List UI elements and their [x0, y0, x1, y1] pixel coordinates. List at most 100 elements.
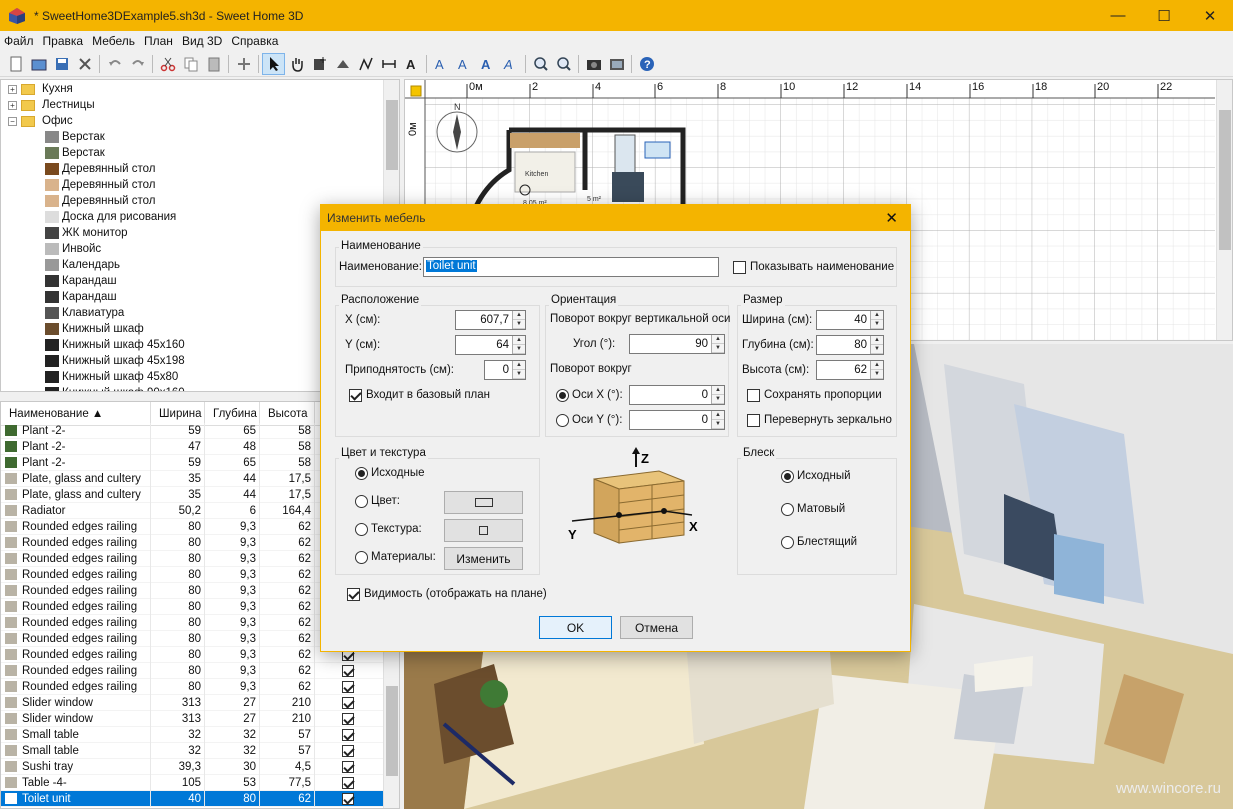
create-dimensions-icon[interactable] — [377, 53, 400, 75]
table-row[interactable]: Toilet unit 40 80 62 — [1, 790, 399, 807]
create-walls-icon[interactable] — [308, 53, 331, 75]
visible-checkbox[interactable] — [342, 760, 354, 773]
ok-button[interactable]: OK — [539, 616, 612, 639]
copy-icon[interactable] — [179, 53, 202, 75]
new-icon[interactable] — [4, 53, 27, 75]
visible-checkbox[interactable] — [342, 792, 354, 805]
cancel-button[interactable]: Отмена — [620, 616, 693, 639]
color-radio[interactable] — [355, 495, 368, 508]
add-furniture-icon[interactable] — [232, 53, 255, 75]
add-text-icon[interactable]: A — [400, 53, 423, 75]
angle-spinner[interactable]: 90 ▲ ▼ — [629, 334, 725, 354]
axis-x-radio[interactable] — [556, 389, 569, 402]
tree-folder-office[interactable]: − Офис — [1, 113, 399, 129]
table-row[interactable]: Small table 32 32 57 — [1, 726, 399, 743]
dialog-close-icon[interactable]: ✕ — [885, 209, 898, 227]
table-row[interactable]: Table -4- 105 53 77,5 — [1, 774, 399, 791]
texture-radio[interactable] — [355, 523, 368, 536]
zoom-in-icon[interactable] — [529, 53, 552, 75]
text-style-4-icon[interactable]: A — [499, 53, 522, 75]
elevation-spinner[interactable]: 0 ▲ ▼ — [484, 360, 526, 380]
depth-spinner[interactable]: 80 ▲ ▼ — [816, 335, 884, 355]
x-spinner[interactable]: 607,7 ▲ ▼ — [455, 310, 526, 330]
shininess-shiny-radio[interactable] — [781, 536, 794, 549]
minimize-button[interactable]: — — [1095, 0, 1141, 31]
original-colors-radio[interactable] — [355, 467, 368, 480]
create-rooms-icon[interactable] — [331, 53, 354, 75]
axis-y-spinner[interactable]: 0 ▲ ▼ — [629, 410, 725, 430]
visible-checkbox[interactable] — [342, 664, 354, 677]
visible-checkbox[interactable] — [342, 776, 354, 789]
pan-icon[interactable] — [285, 53, 308, 75]
zoom-out-icon[interactable] — [552, 53, 575, 75]
catalog-item[interactable]: Деревянный стол — [1, 161, 399, 177]
mirror-label: Перевернуть зеркально — [764, 414, 892, 426]
help-icon[interactable]: ? — [635, 53, 658, 75]
show-name-checkbox[interactable] — [733, 261, 746, 274]
table-row[interactable]: Slider window 313 27 210 — [1, 694, 399, 711]
table-row[interactable]: Rounded edges railing 80 9,3 62 — [1, 678, 399, 695]
menu-furniture[interactable]: Мебель — [92, 34, 135, 48]
orientation-preview[interactable]: Z Y X — [564, 447, 714, 555]
expand-icon[interactable]: + — [8, 84, 17, 94]
expand-icon[interactable]: + — [8, 100, 17, 110]
base-plan-checkbox[interactable] — [349, 389, 362, 402]
select-icon[interactable] — [262, 52, 285, 75]
y-spinner[interactable]: 64 ▲ ▼ — [455, 335, 526, 355]
catalog-item[interactable]: Деревянный стол — [1, 177, 399, 193]
menu-help[interactable]: Справка — [231, 34, 278, 48]
cut-prefs-icon[interactable] — [73, 53, 96, 75]
furniture-thumbnail-icon — [5, 665, 17, 676]
mirror-checkbox[interactable] — [747, 414, 760, 427]
axis-x-spinner[interactable]: 0 ▲ ▼ — [629, 385, 725, 405]
table-row[interactable]: Sushi tray 39,3 30 4,5 — [1, 758, 399, 775]
visible-checkbox[interactable] — [347, 588, 360, 601]
cell-name-text: Slider window — [22, 712, 93, 725]
shininess-matt-radio[interactable] — [781, 503, 794, 516]
menu-3d-view[interactable]: Вид 3D — [182, 34, 222, 48]
visible-checkbox[interactable] — [342, 744, 354, 757]
name-input[interactable]: Toilet unit — [423, 257, 719, 277]
text-style-2-icon[interactable]: A — [453, 53, 476, 75]
keep-proportions-checkbox[interactable] — [747, 389, 760, 402]
visible-checkbox[interactable] — [342, 712, 354, 725]
save-icon[interactable] — [50, 53, 73, 75]
table-row[interactable]: Small table 32 32 57 — [1, 742, 399, 759]
menu-plan[interactable]: План — [144, 34, 173, 48]
photo-icon[interactable] — [582, 53, 605, 75]
plan-scrollbar[interactable] — [1216, 80, 1232, 340]
paste-icon[interactable] — [202, 53, 225, 75]
open-icon[interactable] — [27, 53, 50, 75]
materials-radio[interactable] — [355, 551, 368, 564]
catalog-item[interactable]: Верстак — [1, 145, 399, 161]
tree-folder-kitchen[interactable]: + Кухня — [1, 81, 399, 97]
menu-file[interactable]: Файл — [4, 34, 34, 48]
redo-icon[interactable] — [126, 53, 149, 75]
texture-button[interactable] — [444, 519, 523, 542]
width-spinner[interactable]: 40 ▲ ▼ — [816, 310, 884, 330]
visible-checkbox[interactable] — [342, 728, 354, 741]
shininess-default-radio[interactable] — [781, 470, 794, 483]
axis-y-radio[interactable] — [556, 414, 569, 427]
table-row[interactable]: Rounded edges railing 80 9,3 62 — [1, 662, 399, 679]
height-spinner[interactable]: 62 ▲ ▼ — [816, 360, 884, 380]
visible-checkbox[interactable] — [342, 680, 354, 693]
undo-icon[interactable] — [103, 53, 126, 75]
close-button[interactable]: ✕ — [1187, 0, 1233, 31]
table-row[interactable]: Slider window 313 27 210 — [1, 710, 399, 727]
tree-folder-stairs[interactable]: + Лестницы — [1, 97, 399, 113]
create-polylines-icon[interactable] — [354, 53, 377, 75]
angle-label: Угол (°): — [573, 338, 616, 350]
modify-materials-button[interactable]: Изменить — [444, 547, 523, 570]
maximize-button[interactable]: ☐ — [1141, 0, 1187, 31]
collapse-icon[interactable]: − — [8, 116, 17, 126]
text-style-1-icon[interactable]: A — [430, 53, 453, 75]
catalog-item[interactable]: Верстак — [1, 129, 399, 145]
cut-icon[interactable] — [156, 53, 179, 75]
cell-height: 62 — [260, 534, 315, 551]
menu-edit[interactable]: Правка — [43, 34, 84, 48]
video-icon[interactable] — [605, 53, 628, 75]
visible-checkbox[interactable] — [342, 696, 354, 709]
color-button[interactable] — [444, 491, 523, 514]
text-style-3-icon[interactable]: A — [476, 53, 499, 75]
